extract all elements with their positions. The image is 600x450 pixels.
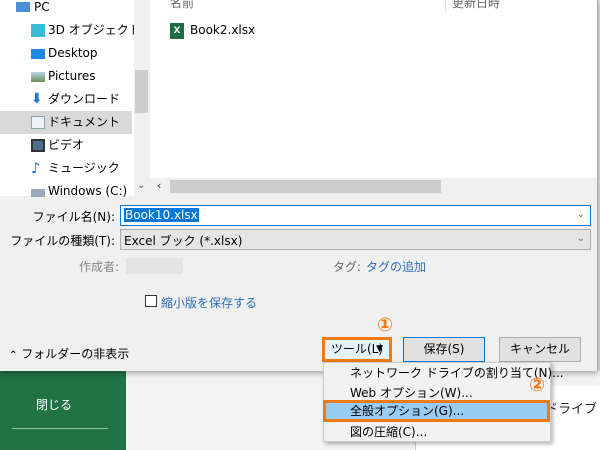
nav-item-downloads[interactable]: ⬇ ダウンロード bbox=[0, 88, 132, 111]
step-2-annotation: ② bbox=[529, 374, 546, 396]
video-icon bbox=[31, 139, 45, 152]
filetype-select[interactable]: Excel ブック (*.xlsx) ⌄ bbox=[120, 229, 591, 250]
divider bbox=[12, 428, 108, 429]
3d-objects-icon bbox=[31, 24, 45, 37]
column-header-modified[interactable]: 更新日時 bbox=[452, 0, 500, 11]
file-list: 名前 更新日時 X Book2.xlsx bbox=[150, 0, 597, 178]
author-label: 作成者: bbox=[79, 260, 120, 274]
nav-item-pc[interactable]: PC bbox=[0, 0, 132, 19]
nav-item-pictures[interactable]: Pictures bbox=[0, 65, 132, 88]
horizontal-scroll-thumb[interactable] bbox=[170, 180, 441, 193]
tools-menu: ネットワーク ドライブの割り当て(N)... Web オプション(W)... 全… bbox=[323, 362, 564, 442]
navigation-pane: PC 3D オブジェクト Desktop Pictures ⬇ ダウンロード ドキ… bbox=[0, 0, 141, 198]
step-1-annotation: ① bbox=[377, 314, 394, 336]
tags-label: タグ: bbox=[333, 260, 362, 274]
menu-item-compress-pictures[interactable]: 図の圧縮(C)... bbox=[324, 422, 550, 442]
nav-scroll-thumb[interactable] bbox=[135, 70, 148, 113]
excel-file-icon: X bbox=[170, 23, 184, 39]
download-icon: ⬇ bbox=[31, 91, 43, 107]
drive-icon bbox=[31, 189, 45, 197]
chevron-down-icon[interactable]: ⌄ bbox=[577, 233, 585, 244]
filename-label: ファイル名(N): bbox=[32, 210, 115, 224]
dropdown-arrow-icon: ▼ bbox=[376, 344, 383, 354]
pictures-icon bbox=[31, 72, 45, 82]
cancel-button[interactable]: キャンセル bbox=[499, 337, 581, 362]
menu-item-map-network-drive[interactable]: ネットワーク ドライブの割り当て(N)... bbox=[324, 363, 564, 383]
add-tag-link[interactable]: タグの追加 bbox=[366, 258, 426, 275]
nav-item-videos[interactable]: ビデオ bbox=[0, 134, 132, 157]
documents-icon bbox=[31, 116, 45, 129]
thumbnail-checkbox[interactable] bbox=[145, 295, 157, 307]
close-menu-item[interactable]: 閉じる bbox=[36, 396, 72, 413]
column-divider bbox=[445, 0, 446, 14]
column-header-name[interactable]: 名前 bbox=[170, 0, 194, 11]
nav-item-music[interactable]: ♪ ミュージック bbox=[0, 157, 132, 180]
hide-folders-button[interactable]: ⌃ フォルダーの非表示 bbox=[9, 345, 129, 362]
nav-item-desktop[interactable]: Desktop bbox=[0, 42, 132, 65]
save-as-dialog: PC 3D オブジェクト Desktop Pictures ⬇ ダウンロード ドキ… bbox=[0, 0, 598, 371]
music-icon: ♪ bbox=[31, 159, 41, 177]
pc-icon bbox=[16, 2, 30, 12]
nav-item-3d-objects[interactable]: 3D オブジェクト bbox=[0, 19, 141, 42]
chevron-down-icon[interactable]: ⌄ bbox=[577, 209, 585, 220]
scroll-down-icon[interactable]: ⌄ bbox=[137, 180, 145, 191]
nav-item-documents[interactable]: ドキュメント bbox=[0, 111, 132, 134]
desktop-icon bbox=[31, 49, 45, 59]
author-field[interactable] bbox=[126, 258, 183, 274]
scroll-left-icon[interactable]: ‹ bbox=[157, 179, 161, 192]
thumbnail-label[interactable]: 縮小版を保存する bbox=[161, 294, 257, 311]
background-text: ドライブ bbox=[545, 402, 598, 417]
tools-button[interactable]: ツール(L) ▼ bbox=[322, 337, 392, 362]
filename-input[interactable]: Book10.xlsx ⌄ bbox=[120, 205, 591, 226]
save-button[interactable]: 保存(S) bbox=[403, 337, 485, 362]
menu-item-general-options[interactable]: 全般オプション(G)... bbox=[323, 400, 550, 422]
filetype-label: ファイルの種類(T): bbox=[10, 234, 115, 248]
backstage-panel: 閉じる bbox=[0, 370, 126, 450]
chevron-up-icon: ⌃ bbox=[9, 350, 18, 361]
nav-item-windows-drive[interactable]: Windows (C:) bbox=[0, 180, 132, 203]
